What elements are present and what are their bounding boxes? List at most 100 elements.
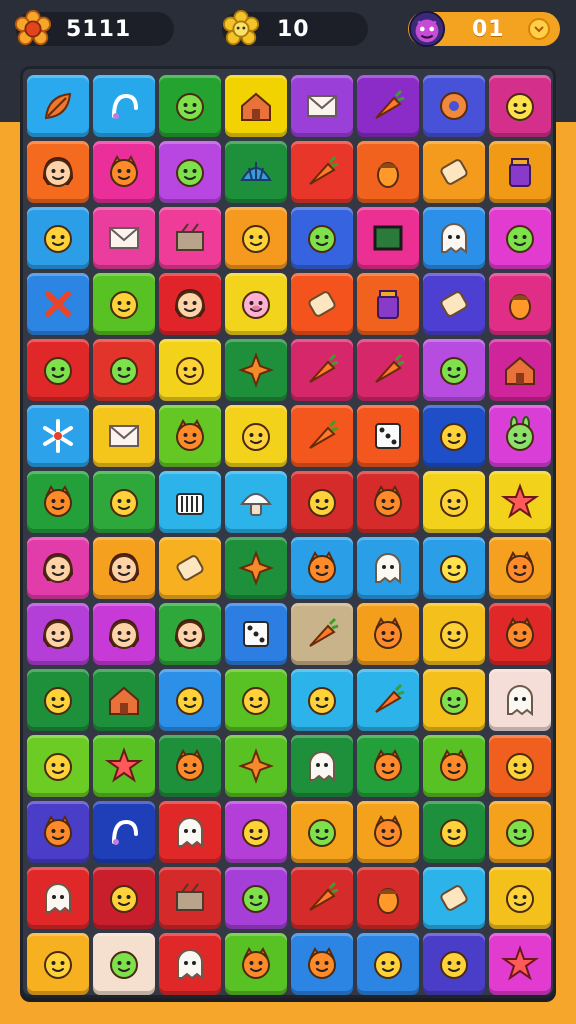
board-tile[interactable] [27, 867, 89, 929]
board-tile[interactable] [291, 603, 353, 665]
board-tile[interactable] [423, 405, 485, 467]
board-tile[interactable] [357, 669, 419, 731]
board-tile[interactable] [489, 273, 551, 335]
board-tile[interactable] [93, 471, 155, 533]
board-tile[interactable] [27, 603, 89, 665]
board-tile[interactable] [423, 141, 485, 203]
board-tile[interactable] [159, 669, 221, 731]
board-tile[interactable] [291, 867, 353, 929]
board-tile[interactable] [225, 801, 287, 863]
board-tile[interactable] [159, 933, 221, 995]
board-tile[interactable] [27, 273, 89, 335]
board-tile[interactable] [159, 405, 221, 467]
board-tile[interactable] [357, 141, 419, 203]
board-tile[interactable] [93, 801, 155, 863]
board-tile[interactable] [159, 273, 221, 335]
board-tile[interactable] [27, 75, 89, 137]
board-tile[interactable] [423, 273, 485, 335]
board-tile[interactable] [27, 339, 89, 401]
board-tile[interactable] [291, 537, 353, 599]
board-tile[interactable] [291, 75, 353, 137]
board-tile[interactable] [357, 273, 419, 335]
board-tile[interactable] [423, 933, 485, 995]
board-tile[interactable] [225, 669, 287, 731]
board-tile[interactable] [159, 207, 221, 269]
board-tile[interactable] [291, 669, 353, 731]
board-tile[interactable] [489, 603, 551, 665]
board-tile[interactable] [93, 867, 155, 929]
board-tile[interactable] [225, 537, 287, 599]
board-tile[interactable] [225, 207, 287, 269]
board-tile[interactable] [357, 471, 419, 533]
board-tile[interactable] [357, 405, 419, 467]
board-tile[interactable] [159, 867, 221, 929]
board-tile[interactable] [423, 471, 485, 533]
board-tile[interactable] [291, 405, 353, 467]
level-indicator[interactable]: 01 [408, 10, 560, 48]
board-tile[interactable] [225, 603, 287, 665]
chevron-down-icon[interactable] [528, 18, 550, 40]
board-tile[interactable] [27, 801, 89, 863]
board-tile[interactable] [27, 537, 89, 599]
board-tile[interactable] [423, 669, 485, 731]
board-tile[interactable] [93, 735, 155, 797]
board-tile[interactable] [489, 735, 551, 797]
board-tile[interactable] [357, 207, 419, 269]
board-tile[interactable] [27, 933, 89, 995]
board-tile[interactable] [159, 339, 221, 401]
board-tile[interactable] [225, 933, 287, 995]
board-tile[interactable] [357, 801, 419, 863]
board-tile[interactable] [159, 603, 221, 665]
board-tile[interactable] [225, 339, 287, 401]
board-tile[interactable] [93, 933, 155, 995]
board-tile[interactable] [93, 603, 155, 665]
board-tile[interactable] [357, 933, 419, 995]
board-tile[interactable] [489, 933, 551, 995]
board-tile[interactable] [423, 537, 485, 599]
board-tile[interactable] [291, 273, 353, 335]
board-tile[interactable] [27, 735, 89, 797]
board-tile[interactable] [225, 735, 287, 797]
board-tile[interactable] [489, 75, 551, 137]
board-tile[interactable] [225, 471, 287, 533]
board-tile[interactable] [93, 669, 155, 731]
board-tile[interactable] [93, 273, 155, 335]
board-tile[interactable] [423, 75, 485, 137]
board-tile[interactable] [27, 669, 89, 731]
board-tile[interactable] [489, 339, 551, 401]
board-tile[interactable] [423, 207, 485, 269]
board-tile[interactable] [489, 405, 551, 467]
board-tile[interactable] [225, 141, 287, 203]
board-tile[interactable] [291, 339, 353, 401]
board-tile[interactable] [225, 75, 287, 137]
board-tile[interactable] [225, 273, 287, 335]
board-tile[interactable] [489, 669, 551, 731]
board-tile[interactable] [291, 801, 353, 863]
board-tile[interactable] [423, 603, 485, 665]
board-tile[interactable] [27, 471, 89, 533]
board-tile[interactable] [423, 867, 485, 929]
board-tile[interactable] [291, 933, 353, 995]
board-tile[interactable] [291, 141, 353, 203]
board-tile[interactable] [423, 735, 485, 797]
board-tile[interactable] [225, 405, 287, 467]
board-tile[interactable] [291, 471, 353, 533]
board-tile[interactable] [93, 75, 155, 137]
board-tile[interactable] [159, 801, 221, 863]
board-tile[interactable] [357, 735, 419, 797]
board-tile[interactable] [291, 207, 353, 269]
board-tile[interactable] [489, 801, 551, 863]
board-tile[interactable] [489, 537, 551, 599]
board-tile[interactable] [159, 471, 221, 533]
board-tile[interactable] [489, 141, 551, 203]
board-tile[interactable] [423, 339, 485, 401]
board-tile[interactable] [93, 207, 155, 269]
board-tile[interactable] [159, 735, 221, 797]
board-tile[interactable] [225, 867, 287, 929]
board-tile[interactable] [93, 141, 155, 203]
board-tile[interactable] [159, 75, 221, 137]
board-tile[interactable] [27, 207, 89, 269]
board-tile[interactable] [423, 801, 485, 863]
board-tile[interactable] [489, 471, 551, 533]
board-tile[interactable] [93, 339, 155, 401]
